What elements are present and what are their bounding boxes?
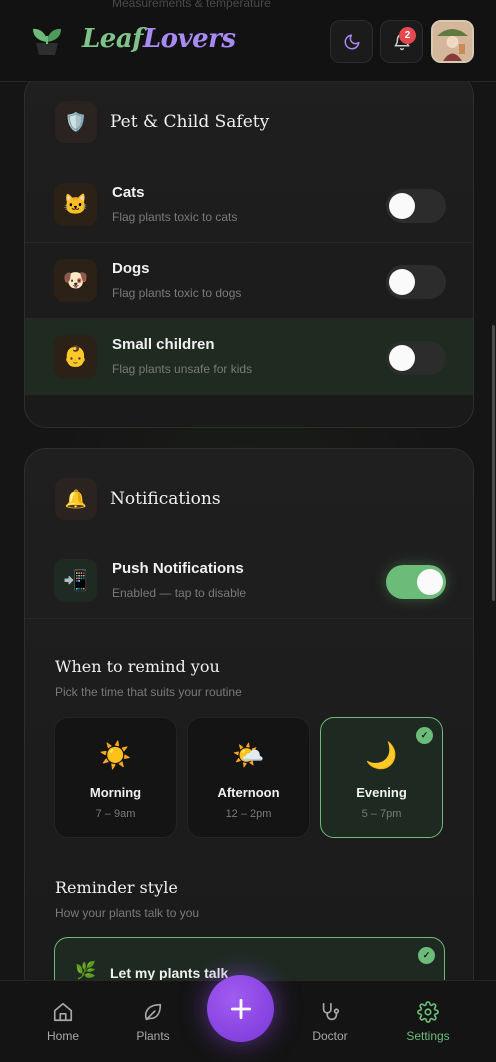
check-icon: ✓ [418, 947, 435, 964]
row-subtitle: Flag plants unsafe for kids [112, 362, 253, 376]
small-children-toggle[interactable] [386, 341, 446, 375]
settings-scroll-area[interactable]: 🛡️ Pet & Child Safety 🐱 Cats Flag plants… [0, 82, 496, 980]
row-subtitle: Enabled — tap to disable [112, 586, 247, 600]
toggle-knob [389, 345, 415, 371]
notifications-card-title: Notifications [110, 489, 221, 509]
plus-icon [230, 998, 251, 1019]
add-plant-button[interactable] [207, 975, 274, 1042]
sun-icon: ☀️ [99, 740, 132, 770]
cats-toggle[interactable] [386, 189, 446, 223]
safety-card-title: Pet & Child Safety [110, 112, 270, 132]
scrollbar-thumb[interactable] [492, 325, 495, 601]
remind-time-subtitle: Pick the time that suits your routine [55, 685, 242, 699]
bottom-navigation: Home Plants Doctor Settings [0, 975, 496, 1062]
gear-icon [417, 1001, 439, 1023]
shield-icon: 🛡️ [55, 101, 97, 143]
row-title: Small children [112, 336, 215, 353]
bell-icon: 🔔 [55, 478, 97, 520]
toggle-knob [417, 569, 443, 595]
notifications-card-header: 🔔 Notifications [55, 478, 221, 520]
row-subtitle: Flag plants toxic to dogs [112, 286, 242, 300]
sprout-logo-icon [33, 28, 61, 55]
notifications-button[interactable]: 2 [380, 20, 423, 63]
time-option-afternoon[interactable]: 🌤️ Afternoon 12 – 2pm [187, 717, 310, 838]
time-option-evening[interactable]: ✓ 🌙 Evening 5 – 7pm [320, 717, 443, 838]
leaf-icon [144, 1003, 162, 1021]
nav-settings[interactable]: Settings [388, 1001, 468, 1043]
toggle-knob [389, 193, 415, 219]
logo-lovers-word: Lovers [142, 24, 236, 54]
time-option-range: 7 – 9am [95, 808, 136, 820]
nav-doctor-label: Doctor [312, 1029, 348, 1043]
safety-row-dogs[interactable]: 🐶 Dogs Flag plants toxic to dogs [25, 243, 473, 319]
notifications-card: 🔔 Notifications 📲 Push Notifications Ena… [24, 448, 474, 980]
avatar-illustration [433, 22, 472, 61]
scrolled-subtitle-ghost: Measurements & temperature [112, 0, 271, 10]
reminder-style-option-label: Let my plants talk [110, 965, 229, 980]
reminder-style-option-selected[interactable]: ✓ 🌿 Let my plants talk [54, 937, 445, 980]
nav-doctor[interactable]: Doctor [290, 1001, 370, 1043]
reminder-style-subtitle: How your plants talk to you [55, 906, 200, 920]
time-option-label: Morning [89, 785, 142, 800]
dog-icon: 🐶 [54, 259, 97, 302]
safety-row-small-children[interactable]: 👶 Small children Flag plants unsafe for … [25, 319, 473, 395]
phone-icon: 📲 [54, 559, 97, 602]
nav-home-label: Home [46, 1029, 79, 1043]
logo-leaf-word: Leaf [82, 24, 143, 54]
row-subtitle: Flag plants toxic to cats [112, 210, 238, 224]
user-avatar[interactable] [431, 20, 474, 63]
herb-icon: 🌿 [75, 961, 97, 980]
row-title: Push Notifications [112, 560, 244, 577]
nav-plants-label: Plants [136, 1029, 170, 1043]
remind-time-title: When to remind you [55, 657, 220, 676]
push-notifications-toggle[interactable] [386, 565, 446, 599]
time-option-label: Afternoon [217, 785, 280, 800]
push-notifications-row[interactable]: 📲 Push Notifications Enabled — tap to di… [25, 543, 473, 619]
theme-toggle-button[interactable] [330, 20, 373, 63]
row-title: Cats [112, 184, 145, 201]
cat-icon: 🐱 [54, 183, 97, 226]
nav-home[interactable]: Home [23, 1001, 103, 1043]
pet-child-safety-card: 🛡️ Pet & Child Safety 🐱 Cats Flag plants… [24, 82, 474, 428]
stethoscope-icon [322, 1002, 340, 1021]
dogs-toggle[interactable] [386, 265, 446, 299]
time-option-label: Evening [356, 785, 407, 800]
row-title: Dogs [112, 260, 150, 277]
app-header: Measurements & temperature LeafLovers 2 [0, 0, 496, 82]
app-logo-text[interactable]: LeafLovers [82, 24, 236, 54]
safety-row-cats[interactable]: 🐱 Cats Flag plants toxic to cats [25, 167, 473, 243]
home-icon [53, 1002, 73, 1022]
moon-icon: 🌙 [365, 740, 398, 770]
child-icon: 👶 [54, 335, 97, 378]
nav-plants[interactable]: Plants [113, 1001, 193, 1043]
toggle-knob [389, 269, 415, 295]
sun-cloud-icon: 🌤️ [232, 740, 265, 770]
time-option-range: 12 – 2pm [225, 808, 272, 820]
time-option-range: 5 – 7pm [361, 808, 402, 820]
nav-settings-label: Settings [406, 1029, 450, 1043]
time-option-morning[interactable]: ☀️ Morning 7 – 9am [54, 717, 177, 838]
safety-card-header: 🛡️ Pet & Child Safety [55, 101, 269, 143]
moon-icon [344, 34, 359, 49]
notification-count-badge: 2 [399, 27, 416, 44]
reminder-style-title: Reminder style [55, 878, 178, 897]
